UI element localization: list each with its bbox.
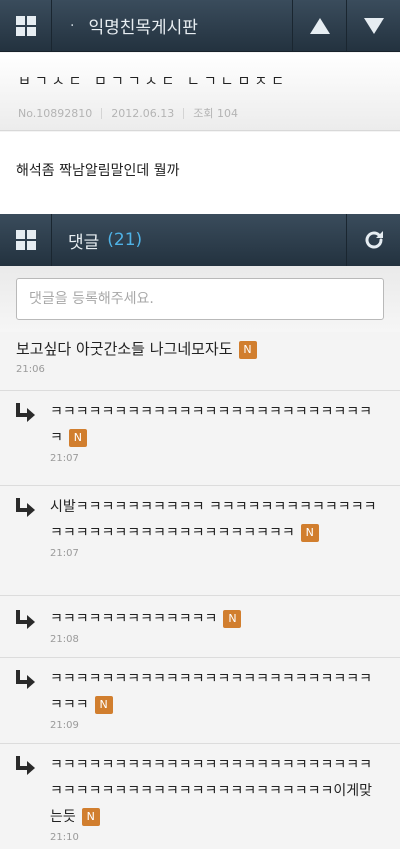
comment-text: 보고싶다 아굿간소들 나그네모자도	[16, 340, 233, 358]
reply-content: ㅋㅋㅋㅋㅋㅋㅋㅋㅋㅋㅋㅋㅋㅋㅋㅋㅋㅋㅋㅋㅋㅋㅋㅋㅋㅋ N 21:07	[0, 399, 400, 464]
comments-title: 댓글 (21)	[52, 214, 346, 266]
comments-grid-button[interactable]	[0, 214, 52, 266]
reply-item: ㅋㅋㅋㅋㅋㅋㅋㅋㅋㅋㅋㅋㅋㅋㅋㅋㅋㅋㅋㅋㅋㅋㅋㅋㅋㅋ N 21:07	[0, 391, 400, 486]
board-title-text: 익명친목게시판	[88, 18, 198, 38]
reply-content: ㅋㅋㅋㅋㅋㅋㅋㅋㅋㅋㅋㅋㅋ N 21:08	[0, 606, 400, 645]
next-post-button[interactable]	[346, 0, 400, 51]
reply-time: 21:08	[50, 634, 79, 645]
new-badge: N	[94, 696, 113, 714]
prev-post-button[interactable]	[292, 0, 346, 51]
post-body: 해석좀 짝남알림말인데 뭘까	[0, 132, 400, 214]
post-header: ㅂㄱㅅㄷ ㅁㄱㄱㅅㄷ ㄴㄱㄴㅁㅈㄷ No.10892810 2012.06.13…	[0, 53, 400, 131]
menu-grid-button[interactable]	[0, 0, 52, 51]
reply-arrow-icon	[16, 498, 35, 517]
comment-text-row: 보고싶다 아굿간소들 나그네모자도 N	[16, 336, 384, 362]
reply-item: ㅋㅋㅋㅋㅋㅋㅋㅋㅋㅋㅋㅋㅋ N 21:08	[0, 596, 400, 658]
reply-text: ㅋㅋㅋㅋㅋㅋㅋㅋㅋㅋㅋㅋㅋㅋㅋㅋㅋㅋㅋㅋㅋㅋㅋㅋㅋㅋ	[50, 404, 372, 446]
title-dot: ·	[70, 17, 75, 34]
meta-divider	[101, 107, 103, 119]
comment-input[interactable]	[16, 278, 384, 320]
reply-time: 21:07	[50, 548, 79, 559]
post-date: 2012.06.13	[111, 106, 175, 120]
reply-text: ㅋㅋㅋㅋㅋㅋㅋㅋㅋㅋㅋㅋㅋ	[50, 611, 218, 627]
refresh-icon	[365, 231, 383, 249]
arrow-down-icon	[363, 17, 384, 34]
post-title: ㅂㄱㅅㄷ ㅁㄱㄱㅅㄷ ㄴㄱㄴㅁㅈㄷ	[18, 74, 289, 90]
board-title: · 익명친목게시판	[52, 0, 292, 51]
post-number: No.10892810	[18, 106, 93, 120]
new-badge: N	[223, 610, 242, 628]
meta-divider	[183, 107, 185, 119]
reply-text-row: ㅋㅋㅋㅋㅋㅋㅋㅋㅋㅋㅋㅋㅋㅋㅋㅋㅋㅋㅋㅋㅋㅋㅋㅋㅋㅋ N	[50, 399, 382, 451]
reply-time: 21:09	[50, 720, 79, 731]
comments-count: (21)	[107, 230, 143, 250]
comment-input-area	[0, 266, 400, 332]
arrow-up-icon	[309, 17, 330, 34]
reply-text: 시발ㅋㅋㅋㅋㅋㅋㅋㅋㅋㅋ ㅋㅋㅋㅋㅋㅋㅋㅋㅋㅋㅋㅋㅋㅋㅋㅋㅋㅋㅋㅋㅋㅋㅋㅋㅋㅋㅋ…	[50, 499, 377, 541]
reply-text-row: ㅋㅋㅋㅋㅋㅋㅋㅋㅋㅋㅋㅋㅋㅋㅋㅋㅋㅋㅋㅋㅋㅋㅋㅋㅋㅋㅋㅋ N	[50, 666, 382, 718]
reply-content: ㅋㅋㅋㅋㅋㅋㅋㅋㅋㅋㅋㅋㅋㅋㅋㅋㅋㅋㅋㅋㅋㅋㅋㅋㅋㅋㅋㅋ N 21:09	[0, 666, 400, 731]
new-badge: N	[238, 340, 257, 359]
reply-arrow-icon	[16, 756, 35, 775]
grid-icon	[15, 15, 36, 36]
new-badge: N	[81, 808, 100, 826]
new-badge: N	[300, 524, 319, 542]
post-meta: No.10892810 2012.06.13 조회 104	[18, 105, 382, 121]
comments-bar: 댓글 (21)	[0, 214, 400, 266]
reply-text-row: 시발ㅋㅋㅋㅋㅋㅋㅋㅋㅋㅋ ㅋㅋㅋㅋㅋㅋㅋㅋㅋㅋㅋㅋㅋㅋㅋㅋㅋㅋㅋㅋㅋㅋㅋㅋㅋㅋㅋ…	[50, 494, 382, 546]
reply-item: ㅋㅋㅋㅋㅋㅋㅋㅋㅋㅋㅋㅋㅋㅋㅋㅋㅋㅋㅋㅋㅋㅋㅋㅋㅋㅋㅋㅋ N 21:09	[0, 658, 400, 744]
top-nav-bar: · 익명친목게시판	[0, 0, 400, 52]
comments-label: 댓글	[68, 232, 100, 253]
post-views: 조회 104	[193, 107, 238, 120]
reply-time: 21:07	[50, 453, 79, 464]
reply-text-row: ㅋㅋㅋㅋㅋㅋㅋㅋㅋㅋㅋㅋㅋㅋㅋㅋㅋㅋㅋㅋㅋㅋㅋㅋㅋㅋㅋㅋㅋㅋㅋㅋㅋㅋㅋㅋㅋㅋㅋㅋ…	[50, 752, 382, 830]
reply-item: 시발ㅋㅋㅋㅋㅋㅋㅋㅋㅋㅋ ㅋㅋㅋㅋㅋㅋㅋㅋㅋㅋㅋㅋㅋㅋㅋㅋㅋㅋㅋㅋㅋㅋㅋㅋㅋㅋㅋ…	[0, 486, 400, 596]
comment-list: 보고싶다 아굿간소들 나그네모자도 N 21:06 ㅋㅋㅋㅋㅋㅋㅋㅋㅋㅋㅋㅋㅋㅋㅋ…	[0, 332, 400, 849]
comment-item: 보고싶다 아굿간소들 나그네모자도 N 21:06	[0, 332, 400, 391]
new-badge: N	[68, 429, 87, 447]
reply-arrow-icon	[16, 610, 35, 629]
reply-content: ㅋㅋㅋㅋㅋㅋㅋㅋㅋㅋㅋㅋㅋㅋㅋㅋㅋㅋㅋㅋㅋㅋㅋㅋㅋㅋㅋㅋㅋㅋㅋㅋㅋㅋㅋㅋㅋㅋㅋㅋ…	[0, 752, 400, 843]
refresh-button[interactable]	[346, 214, 400, 266]
reply-item: ㅋㅋㅋㅋㅋㅋㅋㅋㅋㅋㅋㅋㅋㅋㅋㅋㅋㅋㅋㅋㅋㅋㅋㅋㅋㅋㅋㅋㅋㅋㅋㅋㅋㅋㅋㅋㅋㅋㅋㅋ…	[0, 744, 400, 849]
reply-text-row: ㅋㅋㅋㅋㅋㅋㅋㅋㅋㅋㅋㅋㅋ N	[50, 606, 382, 632]
reply-time: 21:10	[50, 832, 79, 843]
grid-icon	[15, 230, 36, 250]
reply-arrow-icon	[16, 403, 35, 422]
reply-content: 시발ㅋㅋㅋㅋㅋㅋㅋㅋㅋㅋ ㅋㅋㅋㅋㅋㅋㅋㅋㅋㅋㅋㅋㅋㅋㅋㅋㅋㅋㅋㅋㅋㅋㅋㅋㅋㅋㅋ…	[0, 494, 400, 559]
comment-time: 21:06	[16, 364, 45, 375]
reply-arrow-icon	[16, 670, 35, 689]
